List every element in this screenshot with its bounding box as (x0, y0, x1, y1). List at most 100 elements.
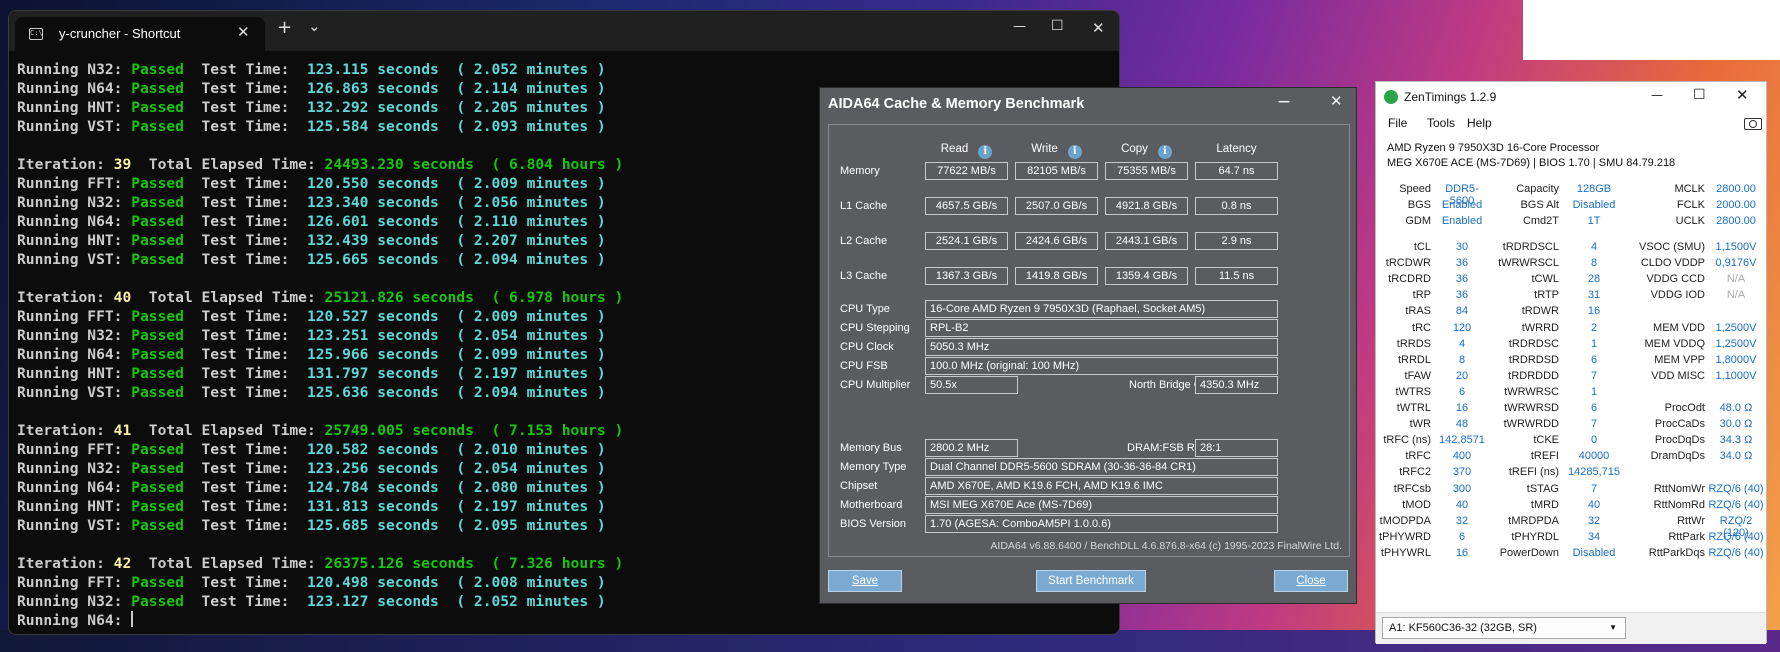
terminal-text: Test Time: (183, 194, 307, 211)
terminal-text: Passed (131, 593, 184, 610)
zen-close-button[interactable]: ✕ (1736, 86, 1749, 104)
menu-help[interactable]: Help (1467, 116, 1492, 130)
dimm-selector[interactable]: A1: KF560C36-32 (32GB, SR) ▼ (1382, 617, 1626, 639)
terminal-text: Iteration: (17, 555, 114, 572)
terminal-text: Running HNT: (17, 365, 132, 382)
terminal-text: Running N32: (17, 194, 132, 211)
terminal-text: Passed (131, 384, 184, 401)
terminal-line: Running HNT: Passed Test Time: 131.813 s… (17, 497, 623, 516)
timing-value: 1,2500V (1715, 337, 1757, 350)
close-button-label: Close (1296, 575, 1326, 587)
info-icon[interactable]: i (1067, 145, 1082, 159)
save-button-label: Save (851, 575, 879, 587)
aida-close-button[interactable]: ✕ (1330, 92, 1343, 110)
timing-value: 0,9176V (1715, 257, 1757, 270)
terminal-text: Passed (131, 346, 184, 363)
terminal-text: Passed (131, 498, 184, 515)
cpu-multiplier-value: 50.5x (925, 376, 1018, 394)
terminal-line: Iteration: 40 Total Elapsed Time: 25121.… (17, 288, 623, 307)
header-copy: Copy i (1105, 143, 1188, 159)
timing-value: 2800.00 (1716, 183, 1756, 195)
terminal-icon: C:\ (29, 28, 43, 40)
aida-minimize-button[interactable]: — (1278, 94, 1290, 108)
memory-type-label: Memory Type (840, 461, 907, 473)
bench-read-value: 4657.5 GB/s (925, 197, 1008, 215)
terminal-text: Passed (131, 194, 184, 211)
chipset-label: Chipset (840, 480, 878, 492)
terminal-line: Running VST: Passed Test Time: 125.584 s… (17, 117, 623, 136)
terminal-text: Running VST: (17, 118, 132, 135)
zen-minimize-button[interactable]: — (1651, 88, 1663, 102)
bios-version-value: 1.70 (AGESA: ComboAM5PI 1.0.0.6) (925, 515, 1278, 533)
terminal-tab[interactable]: C:\ y-cruncher - Shortcut ✕ (15, 17, 265, 51)
menu-tools[interactable]: Tools (1427, 116, 1455, 130)
info-icon[interactable]: i (978, 145, 993, 159)
timing-label: VDDG IOD (1650, 289, 1705, 302)
terminal-text: 132.439 seconds ( 2.207 minutes ) (306, 232, 606, 249)
terminal-line: Running N64: Passed Test Time: 124.784 s… (17, 478, 623, 497)
close-dialog-button[interactable]: Close (1274, 570, 1348, 592)
terminal-text: Passed (131, 574, 184, 591)
dimm-selected-value: A1: KF560C36-32 (32GB, SR) (1389, 622, 1537, 634)
terminal-text: 26375.126 seconds ( 7.326 hours ) (324, 555, 624, 572)
terminal-text: 120.550 seconds ( 2.009 minutes ) (306, 175, 606, 192)
timing-value: RZQ/6 (40) (1708, 530, 1764, 543)
cpu-type-value: 16-Core AMD Ryzen 9 7950X3D (Raphael, So… (925, 300, 1278, 318)
terminal-text: 120.498 seconds ( 2.008 minutes ) (306, 574, 606, 591)
header-latency: Latency (1216, 143, 1257, 155)
timing-label: RttPark (1668, 530, 1705, 543)
zen-maximize-button[interactable]: ☐ (1693, 87, 1706, 103)
background-window-fragment (1523, 0, 1780, 60)
terminal-text: 123.256 seconds ( 2.054 minutes ) (306, 460, 606, 477)
menu-file[interactable]: File (1388, 116, 1407, 130)
tab-close-icon[interactable]: ✕ (237, 23, 250, 41)
bench-row-label: L1 Cache (840, 200, 888, 212)
tab-dropdown-button[interactable]: ⌄ (308, 17, 321, 35)
start-benchmark-button[interactable]: Start Benchmark (1036, 570, 1146, 592)
terminal-text: Test Time: (183, 365, 307, 382)
terminal-text: Running HNT: (17, 232, 132, 249)
screenshot-camera-icon[interactable] (1744, 118, 1762, 130)
terminal-text: 40 (113, 289, 132, 306)
cpu-name: AMD Ryzen 9 7950X3D 16-Core Processor (1387, 142, 1600, 154)
info-icon[interactable]: i (1157, 145, 1172, 159)
terminal-output[interactable]: Running N32: Passed Test Time: 123.115 s… (17, 60, 623, 630)
terminal-text: Running VST: (17, 251, 132, 268)
timing-label: RttNomWr (1653, 482, 1705, 495)
board-info: MEG X670E ACE (MS-7D69) | BIOS 1.70 | SM… (1387, 157, 1676, 169)
terminal-text: Test Time: (183, 327, 307, 344)
terminal-text: Test Time: (183, 346, 307, 363)
zen-bottom-bar: A1: KF560C36-32 (32GB, SR) ▼ (1376, 612, 1766, 644)
timing-label: MEM VPP (1654, 353, 1705, 366)
terminal-text: Test Time: (183, 213, 307, 230)
bench-copy-value: 2443.1 GB/s (1105, 232, 1188, 250)
terminal-text: Running N64: (17, 479, 132, 496)
terminal-text: Running FFT: (17, 574, 132, 591)
bench-copy-value: 75355 MB/s (1105, 162, 1188, 180)
minimize-button[interactable]: — (1013, 19, 1026, 34)
terminal-line: Running VST: Passed Test Time: 125.665 s… (17, 250, 623, 269)
terminal-text: 126.601 seconds ( 2.110 minutes ) (306, 213, 606, 230)
timing-value: 2800.00 (1716, 215, 1756, 227)
terminal-text: Running N64: (17, 80, 132, 97)
timing-value: RZQ/6 (40) (1708, 498, 1764, 511)
maximize-button[interactable]: ☐ (1051, 18, 1064, 34)
timing-label: CLDO VDDP (1640, 257, 1705, 270)
new-tab-button[interactable]: + (277, 17, 292, 38)
terminal-text: Test Time: (183, 232, 307, 249)
terminal-text: Running FFT: (17, 175, 132, 192)
bench-write-value: 82105 MB/s (1015, 162, 1098, 180)
save-button[interactable]: Save (828, 570, 902, 592)
terminal-text: 25749.005 seconds ( 7.153 hours ) (324, 422, 624, 439)
cpu-fsb-label: CPU FSB (840, 360, 888, 372)
terminal-tab-bar: C:\ y-cruncher - Shortcut ✕ + ⌄ — ☐ ✕ (9, 11, 1119, 51)
timing-label: VSOC (SMU) (1639, 241, 1705, 253)
timing-label: VDD MISC (1651, 369, 1705, 382)
terminal-text: Test Time: (183, 251, 307, 268)
terminal-line: Running N32: Passed Test Time: 123.251 s… (17, 326, 623, 345)
close-button[interactable]: ✕ (1092, 19, 1105, 37)
timing-label: RttNomRd (1653, 498, 1705, 511)
terminal-text: 24493.230 seconds ( 6.804 hours ) (324, 156, 624, 173)
